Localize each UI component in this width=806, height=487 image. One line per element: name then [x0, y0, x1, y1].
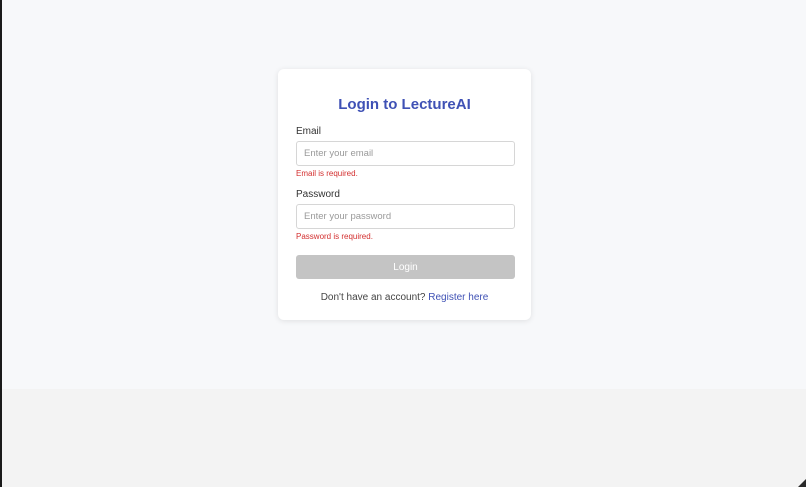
register-row: Don't have an account? Register here	[278, 292, 531, 303]
register-link[interactable]: Register here	[428, 292, 488, 303]
password-input[interactable]	[296, 204, 515, 229]
window-corner-notch	[798, 479, 806, 487]
password-label: Password	[296, 189, 340, 200]
login-title: Login to LectureAI	[338, 96, 471, 113]
email-label: Email	[296, 126, 322, 137]
email-input[interactable]	[296, 141, 515, 166]
page-viewport: Login to LectureAI Email Email is requir…	[2, 0, 806, 389]
email-error: Email is required.	[296, 169, 358, 178]
login-button[interactable]: Login	[296, 255, 515, 279]
register-prompt: Don't have an account?	[320, 292, 426, 303]
password-error: Password is required.	[296, 232, 373, 241]
lower-blank-area	[2, 389, 806, 487]
login-card: Login to LectureAI Email Email is requir…	[278, 69, 531, 320]
